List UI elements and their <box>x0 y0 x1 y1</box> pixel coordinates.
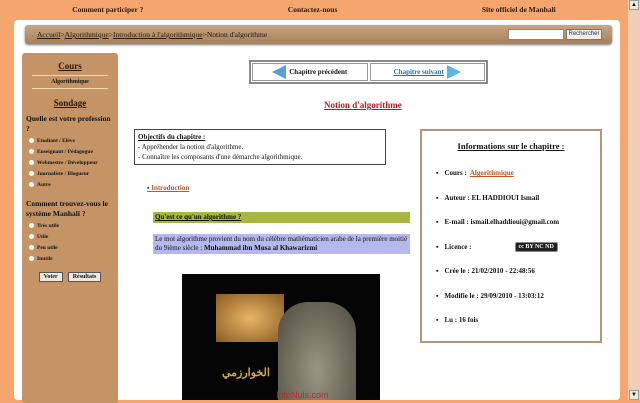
prev-chapter-button[interactable]: Chapitre précédent <box>252 63 368 81</box>
poll-option[interactable]: Utile <box>29 232 118 241</box>
poll-option[interactable]: Webmestre / Développeur <box>29 158 118 167</box>
introduction-link[interactable]: Introduction <box>147 184 189 192</box>
portrait-image <box>216 294 284 342</box>
breadcrumb-accueil[interactable]: Accueil <box>37 30 60 39</box>
chapter-nav: Chapitre précédent Chapitre suivant <box>249 60 488 84</box>
poll-option[interactable]: Autre <box>29 180 118 189</box>
poll-option[interactable]: Inutile <box>29 254 118 263</box>
results-button[interactable]: Résultats <box>67 272 102 282</box>
section-heading: Qu'est ce qu'un algorithme ? <box>153 212 410 223</box>
video-player[interactable]: الخوارزمي InfoNuls.com <box>182 274 380 400</box>
arrow-left-icon <box>272 65 287 79</box>
option-label: Etudiant / Elève <box>37 137 75 144</box>
cc-license-badge[interactable]: cc BY NC ND <box>514 241 558 252</box>
poll-option[interactable]: Enseignant / Pédagogue <box>29 147 118 156</box>
chapter-info-box: Informations sur le chapitre : Cours :Al… <box>420 129 602 343</box>
cours-label: Cours : <box>444 169 467 178</box>
next-chapter-button[interactable]: Chapitre suivant <box>369 63 485 81</box>
link-comment-participer[interactable]: Comment participer ? <box>72 5 143 14</box>
option-label: Très utile <box>37 222 60 229</box>
radio-button[interactable] <box>29 245 34 250</box>
radio-button[interactable] <box>29 223 34 228</box>
search-button[interactable]: Rechercher <box>566 29 602 40</box>
definition-box: Le mot algorithme provient du nom du cél… <box>153 234 410 254</box>
info-modifie: Modifie le : 29/09/2010 - 13:03:12 <box>430 284 592 309</box>
option-label: Utile <box>37 233 49 240</box>
radio-button[interactable] <box>29 138 34 143</box>
presenter-figure <box>278 302 356 400</box>
scroll-down-icon[interactable]: ▼ <box>629 390 639 400</box>
scroll-up-icon[interactable]: ▲ <box>629 0 639 10</box>
breadcrumb-algorithmique[interactable]: Algorithmique <box>65 30 109 39</box>
option-label: Journaliste / Blogueur <box>37 170 90 177</box>
arrow-right-icon <box>446 65 461 79</box>
top-nav: Comment participer ? Contactez-nous Site… <box>0 0 628 18</box>
poll-option[interactable]: Peu utile <box>29 243 118 252</box>
option-label: Peu utile <box>37 244 58 251</box>
objectives-title: Objectifs du chapitre : <box>138 133 206 141</box>
sondage-title: Sondage <box>53 98 87 108</box>
prev-label: Chapitre précédent <box>289 68 348 76</box>
link-site-officiel[interactable]: Site officiel de Manhali <box>482 5 556 14</box>
radio-button[interactable] <box>29 234 34 239</box>
poll-option[interactable]: Etudiant / Elève <box>29 136 118 145</box>
licence-label: Licence : <box>444 242 472 251</box>
info-cree: Crée le : 21/02/2010 - 22:48:56 <box>430 259 592 284</box>
option-label: Webmestre / Développeur <box>37 159 98 166</box>
info-cours: Cours :Algorithmique <box>430 161 592 186</box>
option-label: Autre <box>37 181 51 188</box>
radio-button[interactable] <box>29 171 34 176</box>
option-label: Enseignant / Pédagogue <box>37 148 93 155</box>
poll-question-2: Comment trouvez-vous le système Manhali … <box>26 199 108 218</box>
sidebar: Cours Algorithmique Sondage Quelle est v… <box>22 53 118 403</box>
info-licence: Licence : cc BY NC ND <box>430 235 592 260</box>
radio-button[interactable] <box>29 256 34 261</box>
definition-name: Muhammad ibn Musa al Khawarizmi <box>203 244 318 252</box>
main-panel: Accueil > Algorithmique > Introduction à… <box>14 20 620 403</box>
next-label: Chapitre suivant <box>393 68 444 76</box>
radio-button[interactable] <box>29 149 34 154</box>
cours-title: Cours <box>58 61 82 71</box>
video-arabic-caption: الخوارزمي <box>222 367 270 379</box>
page-title: Notion d'algorithme <box>324 100 402 110</box>
radio-button[interactable] <box>29 182 34 187</box>
poll-option[interactable]: Journaliste / Blogueur <box>29 169 118 178</box>
vote-button[interactable]: Voter <box>38 272 63 282</box>
option-label: Inutile <box>37 255 53 262</box>
breadcrumb-current: Notion d'algorithme <box>206 30 268 39</box>
info-email: E-mail : ismail.elhaddioui@gmail.com <box>430 210 592 235</box>
search-input[interactable] <box>508 29 564 40</box>
breadcrumb-introduction[interactable]: Introduction à l'algorithmique <box>113 30 203 39</box>
poll-question-1: Quelle est votre profession ? <box>26 114 111 133</box>
link-contact[interactable]: Contactez-nous <box>288 5 338 14</box>
radio-button[interactable] <box>29 160 34 165</box>
objective-item: - Connaître les composants d'une démarch… <box>138 153 303 161</box>
poll-option[interactable]: Très utile <box>29 221 118 230</box>
objectives-box: Objectifs du chapitre : - Appréhender la… <box>134 129 386 165</box>
vertical-scrollbar[interactable]: ▲ ▼ <box>628 0 640 400</box>
info-auteur: Auteur : EL HADDIOUI Ismail <box>430 186 592 211</box>
cours-link[interactable]: Algorithmique <box>470 169 514 177</box>
info-lu: Lu : 16 fois <box>430 308 592 333</box>
cours-item-algorithmique[interactable]: Algorithmique <box>32 75 108 89</box>
video-watermark: InfoNuls.com <box>276 390 329 400</box>
info-title: Informations sur le chapitre : <box>457 141 565 151</box>
breadcrumb: Accueil > Algorithmique > Introduction à… <box>25 25 612 44</box>
objective-item: - Appréhender la notion d'algorithme. <box>138 143 244 151</box>
